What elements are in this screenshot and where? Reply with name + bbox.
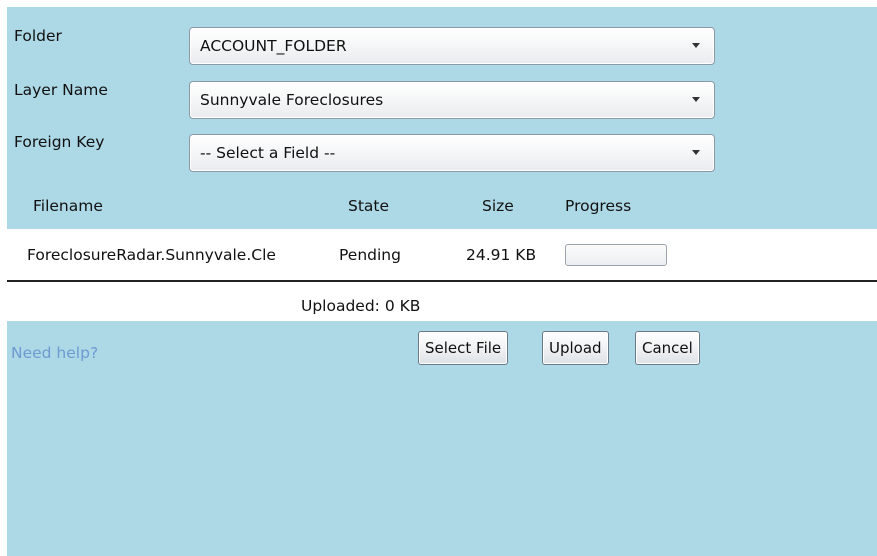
layer-name-label: Layer Name [14, 81, 108, 99]
chevron-down-icon [692, 43, 700, 48]
file-name-cell: ForeclosureRadar.Sunnyvale.Cle [27, 246, 276, 264]
layer-name-dropdown[interactable]: Sunnyvale Foreclosures [189, 81, 715, 119]
column-header-state: State [348, 197, 390, 215]
foreign-key-label: Foreign Key [14, 133, 105, 151]
foreign-key-dropdown[interactable]: -- Select a Field -- [189, 134, 715, 172]
chevron-down-icon [692, 97, 700, 102]
select-file-button[interactable]: Select File [418, 331, 509, 365]
layer-name-value: Sunnyvale Foreclosures [200, 91, 384, 109]
folder-dropdown[interactable]: ACCOUNT_FOLDER [189, 27, 715, 65]
file-list: ForeclosureRadar.Sunnyvale.Cle Pending 2… [7, 229, 877, 321]
upload-button[interactable]: Upload [542, 331, 609, 365]
cancel-button[interactable]: Cancel [635, 331, 700, 365]
list-divider [7, 280, 877, 282]
uploaded-total: Uploaded: 0 KB [301, 297, 421, 315]
column-header-size: Size [482, 197, 514, 215]
column-header-filename: Filename [33, 197, 103, 215]
foreign-key-value: -- Select a Field -- [200, 144, 336, 162]
folder-label: Folder [14, 27, 62, 45]
column-header-progress: Progress [565, 197, 632, 215]
chevron-down-icon [692, 150, 700, 155]
file-size-cell: 24.91 KB [466, 246, 537, 264]
need-help-link[interactable]: Need help? [11, 344, 98, 362]
file-state-cell: Pending [339, 246, 401, 264]
folder-value: ACCOUNT_FOLDER [200, 37, 347, 55]
file-progress-bar [565, 244, 667, 266]
